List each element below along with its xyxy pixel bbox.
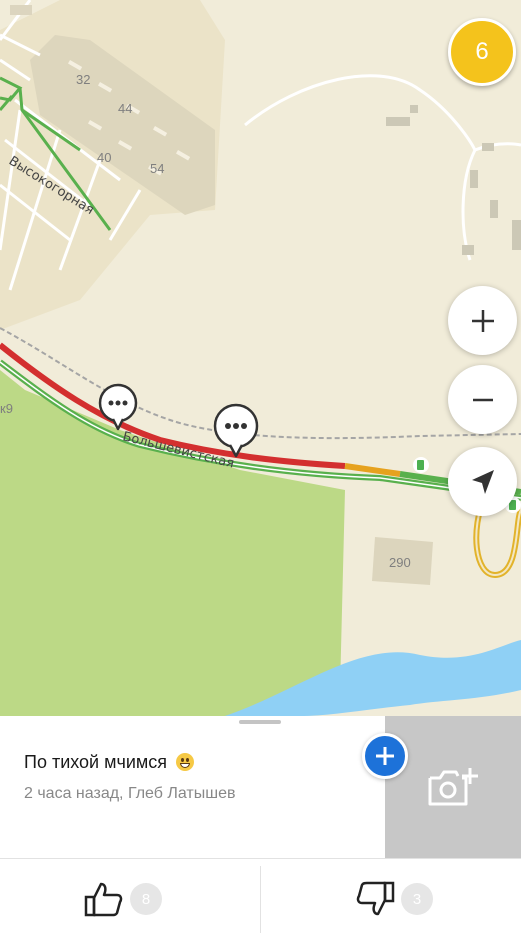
house-number: 32 — [76, 72, 90, 87]
thumbs-up-icon — [84, 882, 123, 917]
edge-label: к9 — [0, 401, 13, 416]
comment-body: По тихой мчимся — [24, 752, 168, 772]
thumbs-down-icon — [356, 881, 395, 916]
my-location-button[interactable] — [448, 447, 517, 516]
add-comment-button[interactable] — [362, 733, 408, 779]
add-photo-button[interactable] — [385, 716, 521, 858]
dislike-count: 3 — [401, 883, 433, 915]
traffic-level-value: 6 — [475, 38, 489, 65]
traffic-level-badge[interactable]: 6 — [448, 18, 516, 86]
minus-icon — [472, 398, 493, 401]
plus-icon — [376, 747, 394, 765]
like-button[interactable]: 8 — [84, 876, 162, 922]
navigation-arrow-icon — [471, 469, 494, 494]
house-number: 54 — [150, 161, 164, 176]
house-number: 290 — [389, 555, 411, 570]
grinning-emoji-icon — [176, 753, 195, 771]
zoom-out-button[interactable] — [448, 365, 517, 434]
drag-handle[interactable] — [239, 720, 281, 724]
zoom-in-button[interactable] — [448, 286, 517, 355]
dislike-button[interactable]: 3 — [355, 876, 433, 922]
comment-meta: 2 часа назад, Глеб Латышев — [24, 785, 236, 802]
comment-text: По тихой мчимся — [24, 752, 195, 773]
divider — [260, 866, 261, 933]
add-photo-icon — [428, 768, 478, 806]
divider — [0, 858, 521, 859]
like-count: 8 — [130, 883, 162, 915]
house-number: 44 — [118, 101, 132, 116]
map-canvas[interactable]: 32 44 40 54 290 к9 Высокогорная Большеви… — [0, 0, 521, 716]
plus-icon — [471, 309, 494, 332]
map-view[interactable]: 32 44 40 54 290 к9 Высокогорная Большеви… — [0, 0, 521, 716]
fuel-station-icon[interactable] — [413, 457, 429, 473]
house-number: 40 — [97, 150, 111, 165]
comment-panel: По тихой мчимся 2 часа назад, Глеб Латыш… — [0, 716, 521, 933]
